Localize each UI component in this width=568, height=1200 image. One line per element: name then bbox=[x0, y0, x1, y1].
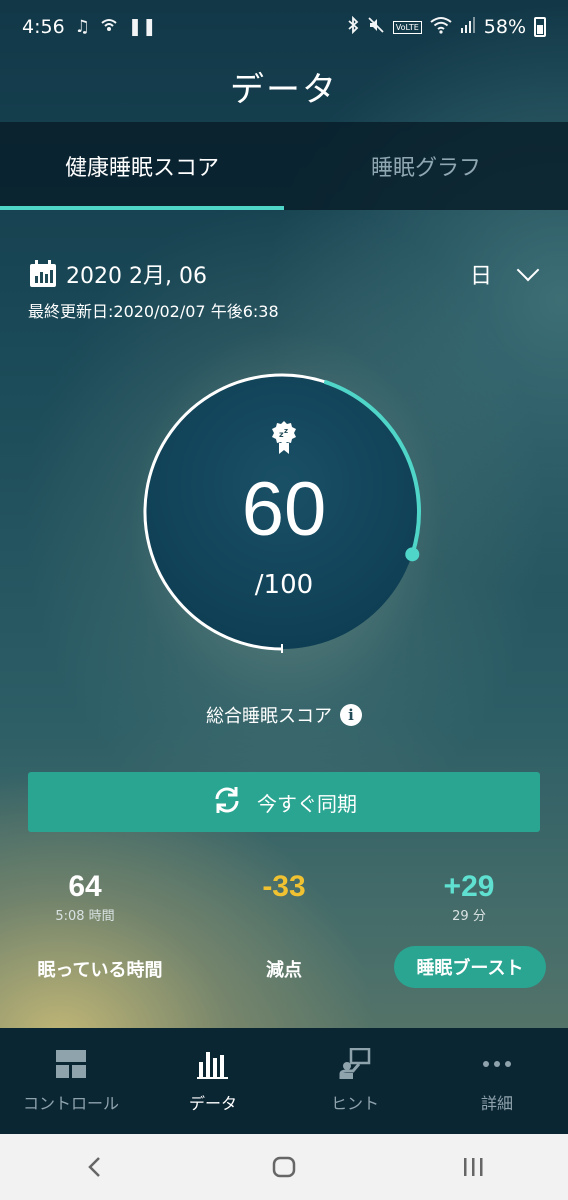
pause-icon: ❚❚ bbox=[127, 17, 157, 37]
svg-text:z: z bbox=[284, 427, 288, 435]
nav-control[interactable]: コントロール bbox=[0, 1028, 142, 1134]
more-dots-icon bbox=[483, 1061, 511, 1067]
battery-text: 58% bbox=[483, 16, 526, 38]
bluetooth-icon bbox=[347, 15, 359, 39]
tab-bar: 健康睡眠スコア 睡眠グラフ bbox=[0, 122, 568, 210]
bottom-nav: コントロール データ ヒント 詳細 bbox=[0, 1028, 568, 1134]
stat-sleep-time: 64 5:08 時間 bbox=[0, 870, 175, 924]
wifi-icon bbox=[430, 16, 452, 39]
battery-icon bbox=[534, 17, 546, 37]
stat-sub: 29 分 bbox=[452, 909, 486, 924]
last-updated: 最終更新日:2020/02/07 午後6:38 bbox=[28, 302, 279, 321]
stat-value: +29 bbox=[443, 870, 495, 903]
date-row: 2020 2月, 06 日 bbox=[28, 256, 544, 292]
nav-data[interactable]: データ bbox=[142, 1028, 284, 1134]
stat-penalty: -33 bbox=[194, 870, 374, 905]
back-icon[interactable] bbox=[75, 1147, 115, 1187]
bar-chart-icon bbox=[197, 1052, 228, 1079]
volte-icon: VoLTE bbox=[392, 20, 422, 34]
nav-hint[interactable]: ヒント bbox=[284, 1028, 426, 1134]
stat-value: -33 bbox=[262, 870, 306, 903]
hint-icon bbox=[339, 1048, 371, 1079]
chevron-down-icon[interactable] bbox=[516, 258, 540, 282]
stat-sub: 5:08 時間 bbox=[55, 909, 115, 924]
sleep-badge-icon: z z bbox=[270, 420, 298, 456]
sync-icon bbox=[211, 784, 243, 821]
sleep-time-label[interactable]: 眠っている時間 bbox=[30, 956, 170, 982]
info-icon[interactable]: i bbox=[340, 704, 362, 726]
calendar-icon[interactable] bbox=[28, 259, 58, 289]
tab-sleep-graph[interactable]: 睡眠グラフ bbox=[284, 122, 568, 210]
tab-sleep-score[interactable]: 健康睡眠スコア bbox=[0, 122, 284, 210]
nav-label: 詳細 bbox=[480, 1094, 513, 1113]
music-icon: ♫ bbox=[74, 17, 90, 37]
sleep-boost-button[interactable]: 睡眠ブースト bbox=[394, 946, 546, 988]
nav-label: コントロール bbox=[22, 1094, 119, 1113]
penalty-label[interactable]: 減点 bbox=[234, 956, 334, 982]
screen: 4:56 ♫ ❚❚ VoLTE 58% データ 健康睡眠スコア 睡眠グラフ 20… bbox=[0, 0, 568, 1200]
page-title: データ bbox=[230, 70, 338, 110]
tab-label: 健康睡眠スコア bbox=[64, 156, 219, 181]
wifi-call-icon bbox=[100, 17, 118, 38]
nav-label: ヒント bbox=[330, 1094, 379, 1113]
score-value: 60 bbox=[241, 467, 327, 552]
control-grid-icon bbox=[56, 1050, 86, 1078]
recent-apps-icon[interactable] bbox=[453, 1147, 493, 1187]
period-selector[interactable]: 日 bbox=[470, 258, 492, 290]
nav-label: データ bbox=[188, 1094, 237, 1113]
selected-date[interactable]: 2020 2月, 06 bbox=[66, 258, 207, 290]
status-bar: 4:56 ♫ ❚❚ VoLTE 58% bbox=[0, 0, 568, 54]
sleep-boost-label: 睡眠ブースト bbox=[416, 958, 524, 979]
score-label-row: 総合睡眠スコア i bbox=[0, 702, 568, 728]
stat-boost: +29 29 分 bbox=[379, 870, 559, 924]
mute-icon bbox=[367, 16, 385, 39]
status-time: 4:56 bbox=[22, 16, 65, 38]
tab-label: 睡眠グラフ bbox=[370, 156, 481, 181]
sync-label: 今すぐ同期 bbox=[257, 791, 357, 816]
stat-value: 64 bbox=[68, 870, 102, 903]
system-nav-bar bbox=[0, 1134, 568, 1200]
score-max: /100 bbox=[254, 570, 314, 600]
sync-now-button[interactable]: 今すぐ同期 bbox=[28, 772, 540, 832]
home-icon[interactable] bbox=[264, 1147, 304, 1187]
nav-more[interactable]: 詳細 bbox=[426, 1028, 568, 1134]
signal-icon bbox=[460, 16, 476, 39]
score-label: 総合睡眠スコア bbox=[206, 706, 332, 727]
